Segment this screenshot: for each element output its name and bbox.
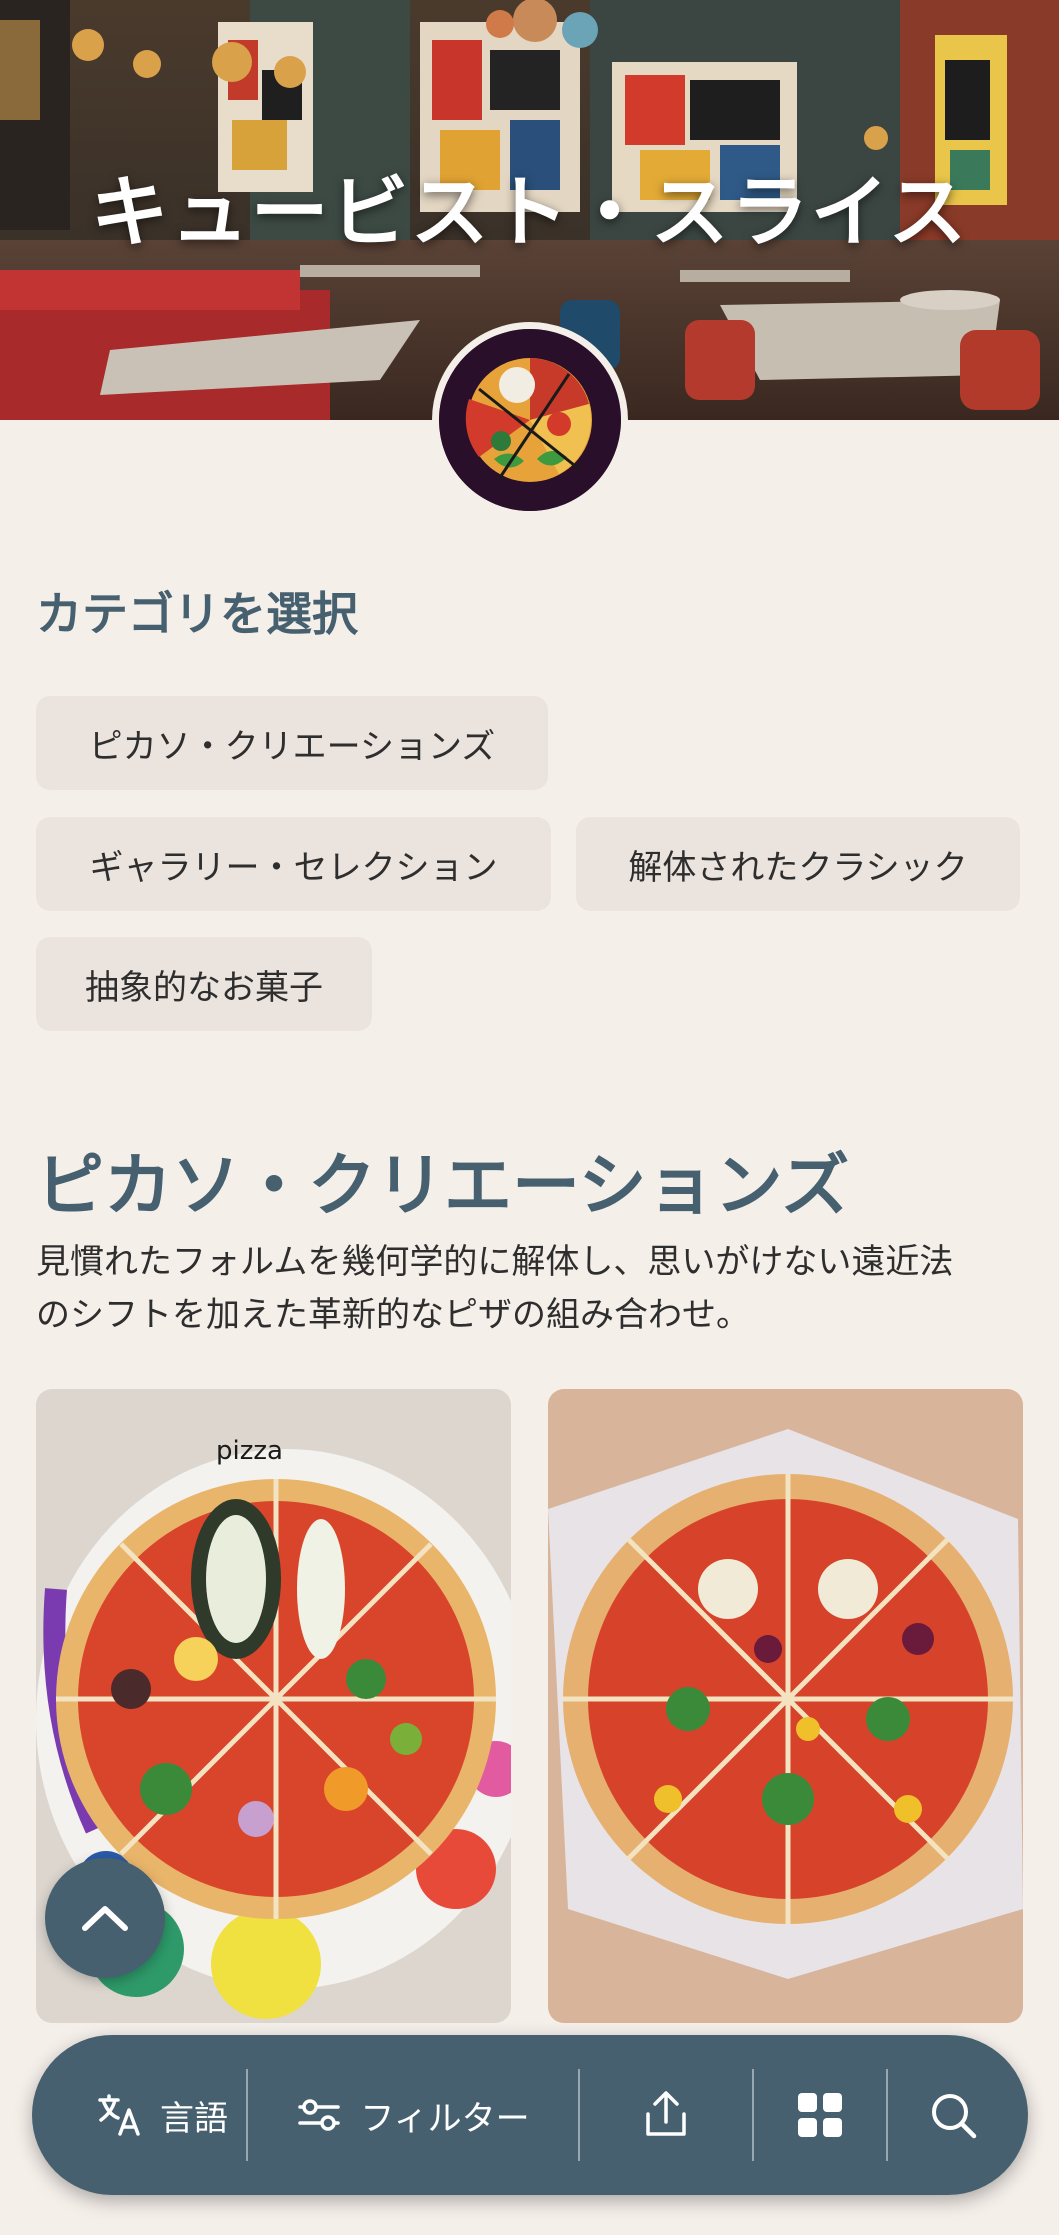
grid-icon [798, 2093, 842, 2137]
plate-text: pizza [216, 1436, 283, 1466]
search-icon [932, 2094, 977, 2139]
menu-item-card[interactable] [548, 1389, 1023, 2023]
restaurant-logo [432, 322, 628, 518]
scroll-to-top-button[interactable] [45, 1858, 165, 1978]
section-description-line: 見慣れたフォルムを幾何学的に解体し、思いがけない遠近法 [36, 1242, 954, 1282]
category-chip-deconstructed[interactable]: 解体されたクラシック [576, 817, 1020, 911]
share-icon [646, 2091, 686, 2136]
category-chip-label: ピカソ・クリエーションズ [88, 726, 496, 767]
pizza-on-box-image [548, 1389, 1023, 2023]
section-description: 見慣れたフォルムを幾何学的に解体し、思いがけない遠近法 のシフトを加えた革新的な… [36, 1236, 1026, 1342]
restaurant-title: キュービスト・スライス [90, 168, 969, 258]
filter-icon [298, 2099, 341, 2131]
grid-view-button[interactable] [754, 2035, 886, 2195]
filter-button[interactable]: フィルター [248, 2035, 578, 2195]
language-button[interactable]: 言語 [72, 2035, 252, 2195]
category-chip-gallery[interactable]: ギャラリー・セレクション [36, 817, 551, 911]
section-description-line: のシフトを加えた革新的なピザの組み合わせ。 [36, 1295, 750, 1335]
chevron-up-icon [82, 1906, 128, 1931]
filter-label: フィルター [360, 2098, 530, 2139]
share-button[interactable] [580, 2035, 752, 2195]
search-button[interactable] [888, 2035, 1018, 2195]
bottom-navigation-bar: 言語 フィルター [32, 2035, 1028, 2195]
category-chip-abstract-sweets[interactable]: 抽象的なお菓子 [36, 937, 372, 1031]
translate-icon [98, 2094, 140, 2136]
category-chip-label: 抽象的なお菓子 [85, 967, 323, 1008]
category-chip-picasso[interactable]: ピカソ・クリエーションズ [36, 696, 548, 790]
category-heading: カテゴリを選択 [36, 587, 358, 641]
category-chip-label: 解体されたクラシック [628, 847, 968, 888]
language-label: 言語 [160, 2098, 228, 2139]
category-chip-label: ギャラリー・セレクション [89, 847, 498, 888]
pizza-logo-icon [439, 329, 621, 511]
section-title: ピカソ・クリエーションズ [36, 1147, 850, 1226]
